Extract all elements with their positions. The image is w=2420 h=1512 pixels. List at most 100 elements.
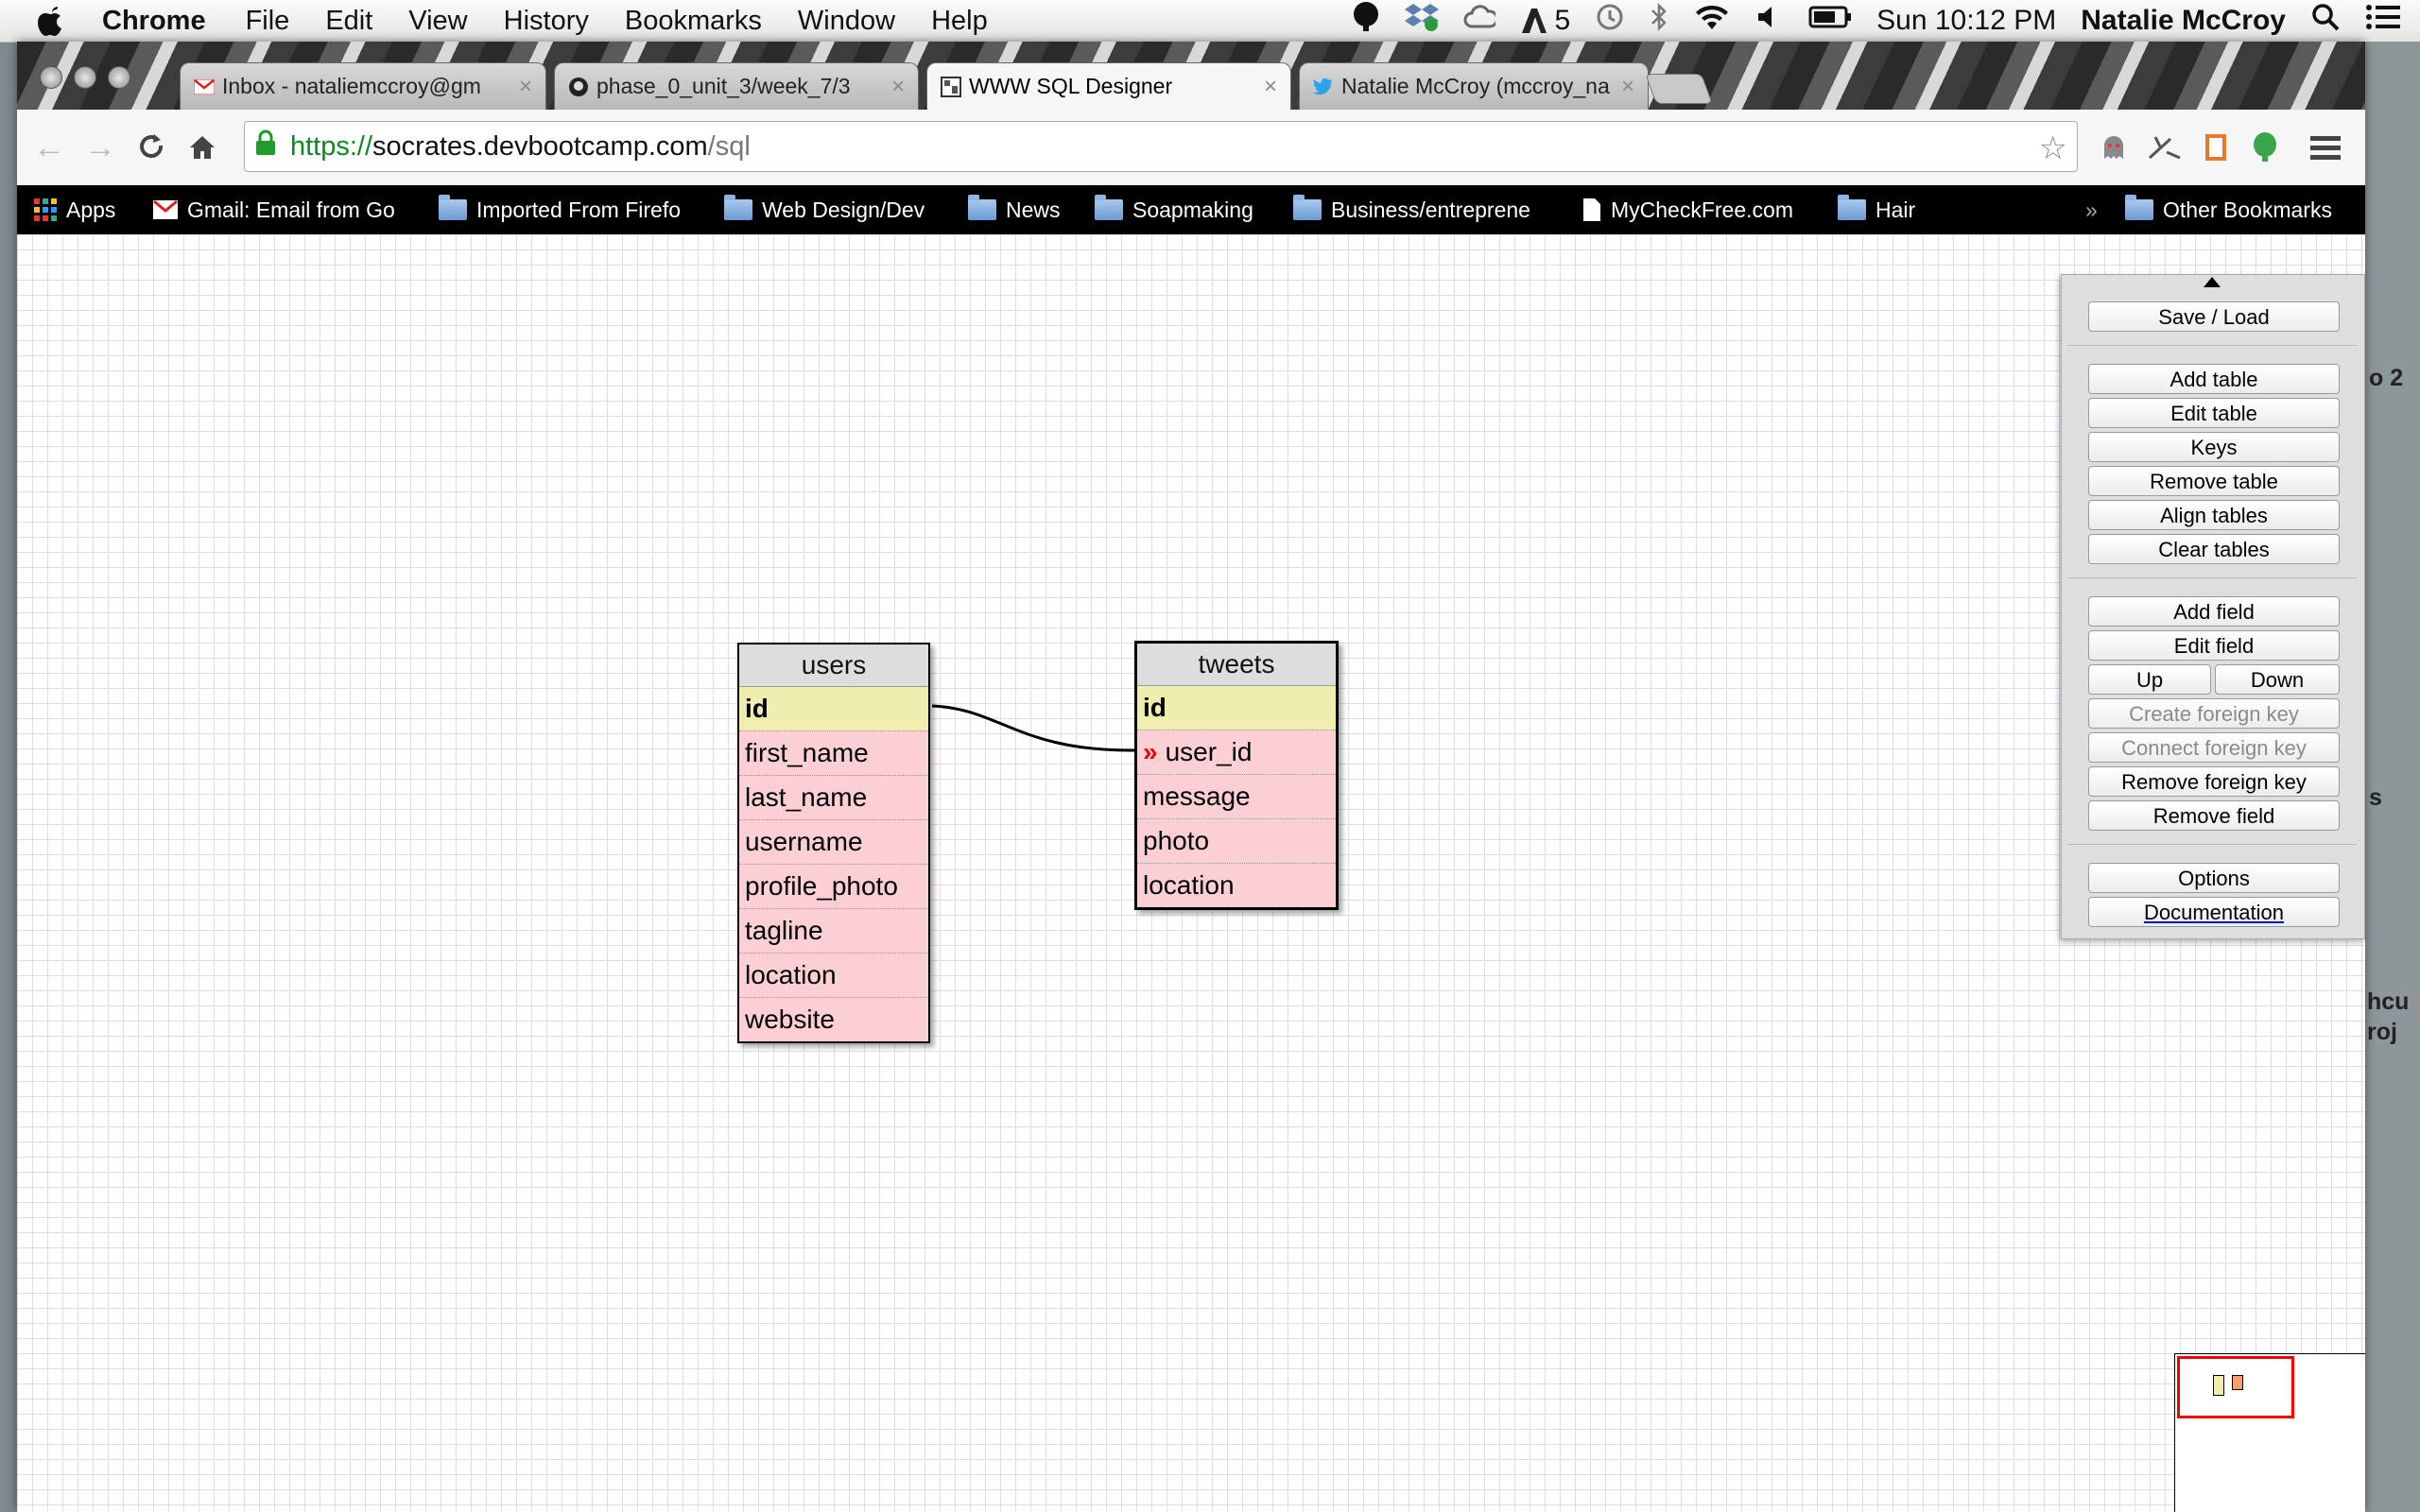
remove-foreign-key-button[interactable]: Remove foreign key [2088, 766, 2340, 797]
time-machine-icon[interactable] [1595, 2, 1625, 40]
clear-tables-button[interactable]: Clear tables [2088, 534, 2340, 564]
sql-designer-canvas[interactable]: users id first_name last_name username p… [17, 234, 2365, 1512]
bookmark-folder-soapmaking[interactable]: Soapmaking [1095, 185, 1253, 234]
extension-notebook-icon[interactable] [2195, 127, 2237, 168]
remove-table-button[interactable]: Remove table [2088, 466, 2340, 496]
bookmark-folder-other[interactable]: Other Bookmarks [2125, 185, 2332, 234]
close-tab-icon[interactable]: × [1621, 74, 1634, 100]
notification-center-icon[interactable] [2365, 3, 2401, 39]
tab-twitter[interactable]: Natalie McCroy (mccroy_na × [1299, 62, 1649, 110]
field-row[interactable]: location [739, 953, 928, 997]
forward-arrow-icon[interactable]: → [79, 127, 121, 168]
close-tab-icon[interactable]: × [519, 74, 532, 100]
bookmark-apps[interactable]: Apps [34, 185, 115, 234]
field-row[interactable]: username [739, 819, 928, 864]
volume-icon[interactable] [1755, 3, 1784, 39]
connect-foreign-key-button[interactable]: Connect foreign key [2088, 732, 2340, 763]
bookmark-folder-web-design[interactable]: Web Design/Dev [724, 185, 925, 234]
menu-edit[interactable]: Edit [325, 6, 372, 37]
apps-grid-icon [34, 198, 57, 221]
tab-www-sql-designer[interactable]: WWW SQL Designer × [926, 62, 1291, 110]
bookmark-folder-hair[interactable]: Hair [1838, 185, 1915, 234]
field-row-foreign-key[interactable]: » user_id [1137, 730, 1336, 774]
field-row[interactable]: website [739, 997, 928, 1041]
close-tab-icon[interactable]: × [891, 74, 905, 100]
secure-lock-icon[interactable] [254, 129, 283, 163]
creative-cloud-icon[interactable] [1463, 4, 1499, 38]
back-arrow-icon[interactable]: ← [28, 127, 70, 168]
evernote-icon[interactable] [1352, 1, 1380, 41]
apple-menu-icon[interactable] [36, 4, 74, 38]
field-row[interactable]: id [1137, 686, 1336, 730]
spotlight-search-icon[interactable] [2310, 2, 2341, 40]
zoom-window-button[interactable] [108, 66, 130, 89]
bookmark-label: Soapmaking [1132, 197, 1253, 222]
tab-inbox[interactable]: Inbox - nataliemccroy@gm × [180, 62, 546, 110]
bookmark-mycheckfree[interactable]: MyCheckFree.com [1582, 185, 1793, 234]
dropbox-icon[interactable] [1405, 1, 1440, 41]
collapse-panel-arrow-icon[interactable] [2204, 277, 2221, 287]
field-row[interactable]: last_name [739, 775, 928, 819]
move-field-up-button[interactable]: Up [2088, 664, 2211, 695]
menu-app-chrome[interactable]: Chrome [102, 6, 206, 37]
field-row[interactable]: message [1137, 774, 1336, 818]
field-row[interactable]: photo [1137, 818, 1336, 863]
align-tables-button[interactable]: Align tables [2088, 500, 2340, 530]
keys-button[interactable]: Keys [2088, 432, 2340, 462]
new-tab-button[interactable] [1645, 74, 1713, 104]
minimize-window-button[interactable] [74, 66, 96, 89]
folder-icon [968, 195, 996, 220]
add-table-button[interactable]: Add table [2088, 364, 2340, 394]
address-bar[interactable]: https://socrates.devbootcamp.com/sql ☆ [244, 121, 2078, 172]
extension-evernote-icon[interactable] [2244, 127, 2286, 168]
bluetooth-icon[interactable] [1650, 2, 1668, 40]
table-title[interactable]: users [739, 644, 928, 687]
adobe-updates-indicator[interactable]: 5 [1520, 5, 1570, 37]
table-tweets[interactable]: tweets id » user_id message photo locatio… [1134, 641, 1339, 910]
tab-github[interactable]: phase_0_unit_3/week_7/3 × [554, 62, 919, 110]
home-icon[interactable] [182, 127, 223, 168]
field-row[interactable]: tagline [739, 908, 928, 953]
bookmark-label: Gmail: Email from Go [187, 197, 395, 222]
remove-field-button[interactable]: Remove field [2088, 800, 2340, 831]
close-tab-icon[interactable]: × [1264, 74, 1277, 100]
field-row[interactable]: id [739, 687, 928, 730]
options-button[interactable]: Options [2088, 863, 2340, 893]
reload-icon[interactable] [130, 127, 172, 168]
field-row[interactable]: profile_photo [739, 864, 928, 908]
menu-help[interactable]: Help [931, 6, 988, 37]
table-title[interactable]: tweets [1137, 644, 1336, 686]
menu-user-name[interactable]: Natalie McCroy [2081, 5, 2286, 37]
url-scheme: https:// [290, 130, 373, 162]
bookmark-folder-business[interactable]: Business/entreprene [1293, 185, 1567, 234]
save-load-button[interactable]: Save / Load [2088, 301, 2340, 332]
menu-file[interactable]: File [246, 6, 290, 37]
bookmark-star-icon[interactable]: ☆ [2039, 129, 2067, 167]
menu-bookmarks[interactable]: Bookmarks [625, 6, 762, 37]
bookmark-folder-imported[interactable]: Imported From Firefo [439, 185, 713, 234]
menu-clock[interactable]: Sun 10:12 PM [1876, 5, 2056, 37]
menu-window[interactable]: Window [798, 6, 895, 37]
chrome-menu-icon[interactable] [2305, 127, 2346, 168]
battery-icon[interactable] [1808, 5, 1852, 37]
close-window-button[interactable] [40, 66, 62, 89]
extension-ghost-icon[interactable] [2093, 127, 2135, 168]
add-field-button[interactable]: Add field [2088, 596, 2340, 627]
documentation-link[interactable]: Documentation [2088, 897, 2340, 927]
bookmarks-overflow-chevron[interactable]: » [2085, 185, 2098, 234]
table-users[interactable]: users id first_name last_name username p… [737, 643, 930, 1043]
edit-table-button[interactable]: Edit table [2088, 398, 2340, 428]
bookmark-gmail[interactable]: Gmail: Email from Go [153, 185, 427, 234]
wifi-icon[interactable] [1693, 3, 1731, 39]
move-field-down-button[interactable]: Down [2215, 664, 2340, 695]
tab-strip: Inbox - nataliemccroy@gm × phase_0_unit_… [17, 42, 2365, 110]
minimap[interactable] [2174, 1353, 2365, 1512]
field-row[interactable]: location [1137, 863, 1336, 907]
extension-tools-icon[interactable] [2144, 127, 2186, 168]
field-row[interactable]: first_name [739, 730, 928, 775]
menu-history[interactable]: History [504, 6, 589, 37]
create-foreign-key-button[interactable]: Create foreign key [2088, 698, 2340, 729]
bookmark-folder-news[interactable]: News [968, 185, 1061, 234]
menu-view[interactable]: View [408, 6, 467, 37]
edit-field-button[interactable]: Edit field [2088, 630, 2340, 661]
